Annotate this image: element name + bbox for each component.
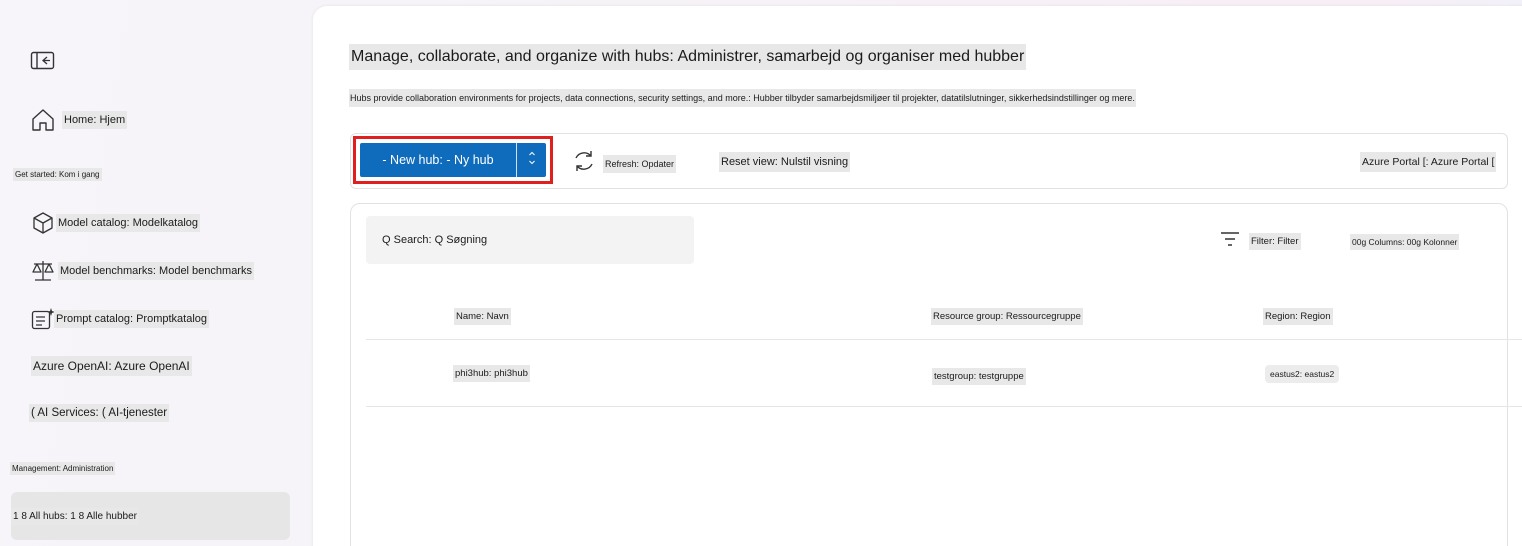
sidebar-item-model-catalog[interactable]: Model catalog: Modelkatalog — [30, 210, 201, 236]
column-header-resource-group[interactable]: Resource group: Ressourcegruppe — [931, 308, 1083, 325]
columns-label: 00g Columns: 00g Kolonner — [1350, 234, 1460, 250]
new-hub-split-button: - New hub: - Ny hub — [360, 143, 546, 177]
sidebar-item-label: Home: Hjem — [62, 111, 128, 129]
cube-icon — [30, 210, 56, 236]
home-icon — [30, 107, 56, 133]
collapse-panel-icon[interactable] — [30, 50, 56, 72]
sidebar-item-model-benchmarks[interactable]: Model benchmarks: Model benchmarks — [30, 258, 254, 284]
page-subtitle: Hubs provide collaboration environments … — [349, 89, 1136, 107]
main-panel: Manage, collaborate, and organize with h… — [313, 6, 1522, 546]
table-row[interactable]: phi3hub: phi3hub testgroup: testgruppe e… — [366, 341, 1522, 407]
section-management: Management: Administration — [10, 462, 116, 475]
new-hub-highlight: - New hub: - Ny hub — [353, 136, 553, 184]
sidebar-item-azure-openai[interactable]: Azure OpenAI: Azure OpenAI — [31, 356, 192, 376]
column-header-region[interactable]: Region: Region — [1263, 308, 1333, 325]
new-hub-dropdown[interactable] — [516, 143, 546, 177]
filter-label: Filter: Filter — [1249, 233, 1301, 250]
sidebar-item-label: Azure OpenAI: Azure OpenAI — [31, 356, 192, 376]
filter-icon — [1219, 230, 1241, 253]
section-get-started: Get started: Kom i gang — [13, 168, 102, 181]
cell-name[interactable]: phi3hub: phi3hub — [453, 365, 530, 382]
sidebar: Home: Hjem Get started: Kom i gang Model… — [0, 0, 305, 546]
sidebar-item-label: Prompt catalog: Promptkatalog — [54, 310, 210, 328]
refresh-button[interactable]: Refresh: Opdater — [571, 148, 677, 179]
toolbar: - New hub: - Ny hub Refresh: Opdater Res… — [350, 133, 1508, 189]
sidebar-item-label: ( AI Services: ( AI-tjenester — [29, 404, 170, 422]
refresh-label: Refresh: Opdater — [603, 154, 677, 173]
reset-view-label: Reset view: Nulstil visning — [719, 152, 851, 172]
azure-portal-label: Azure Portal [: Azure Portal [ — [1360, 152, 1497, 172]
azure-portal-link[interactable]: Azure Portal [: Azure Portal [ — [1360, 152, 1497, 172]
hubs-grid-card: Q Search: Q Søgning Filter: Filter 00g C… — [350, 203, 1522, 546]
scale-icon — [30, 258, 56, 284]
new-hub-button[interactable]: - New hub: - Ny hub — [360, 143, 516, 177]
page-title: Manage, collaborate, and organize with h… — [349, 44, 1027, 70]
reset-view-button[interactable]: Reset view: Nulstil visning — [719, 152, 851, 172]
refresh-icon — [571, 148, 597, 179]
search-placeholder: Q Search: Q Søgning — [382, 234, 488, 246]
sidebar-item-label: Model catalog: Modelkatalog — [56, 214, 201, 232]
chevron-updown-icon — [528, 150, 536, 171]
sidebar-item-ai-services[interactable]: ( AI Services: ( AI-tjenester — [29, 404, 170, 422]
columns-button[interactable]: 00g Columns: 00g Kolonner — [1350, 232, 1460, 250]
table-header: Name: Navn Resource group: Ressourcegrup… — [366, 296, 1522, 340]
search-input[interactable]: Q Search: Q Søgning — [366, 216, 694, 264]
sidebar-item-all-hubs[interactable]: 1 8 All hubs: 1 8 Alle hubber — [11, 492, 290, 540]
sidebar-item-prompt-catalog[interactable]: Prompt catalog: Promptkatalog — [30, 306, 210, 332]
prompt-sparkle-icon — [30, 306, 56, 332]
region-badge: eastus2: eastus2 — [1265, 365, 1340, 383]
column-header-name[interactable]: Name: Navn — [454, 308, 511, 325]
cell-resource-group: testgroup: testgruppe — [932, 368, 1026, 385]
sidebar-item-label: Model benchmarks: Model benchmarks — [58, 262, 254, 280]
sidebar-item-home[interactable]: Home: Hjem — [30, 107, 128, 133]
filter-button[interactable]: Filter: Filter — [1219, 230, 1301, 253]
sidebar-item-label: 1 8 All hubs: 1 8 Alle hubber — [11, 507, 139, 525]
